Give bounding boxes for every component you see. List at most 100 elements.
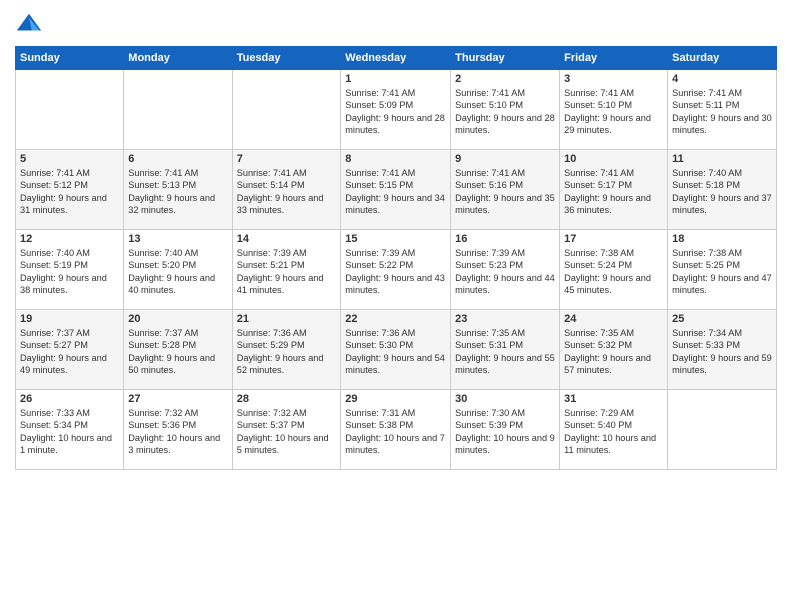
day-info: Sunrise: 7:40 AM Sunset: 5:19 PM Dayligh…: [20, 247, 119, 297]
calendar-week-row: 26Sunrise: 7:33 AM Sunset: 5:34 PM Dayli…: [16, 390, 777, 470]
calendar-day-cell: 3 Sunrise: 7:41 AM Sunset: 5:10 PM Daylig…: [560, 70, 668, 150]
day-number: 18: [672, 233, 772, 245]
day-info: Sunrise: 7:36 AM Sunset: 5:29 PM Dayligh…: [237, 327, 337, 377]
day-info: Sunrise: 7:32 AM Sunset: 5:37 PM Dayligh…: [237, 407, 337, 457]
calendar-day-cell: 6Sunrise: 7:41 AM Sunset: 5:13 PM Daylig…: [124, 150, 232, 230]
calendar-day-header: Tuesday: [232, 47, 341, 70]
calendar-day-cell: 31Sunrise: 7:29 AM Sunset: 5:40 PM Dayli…: [560, 390, 668, 470]
day-number: 30: [455, 393, 555, 405]
calendar-day-cell: 23 Sunrise: 7:35 AM Sunset: 5:31 PM Dayli…: [451, 310, 560, 390]
calendar-week-row: 1 Sunrise: 7:41 AM Sunset: 5:09 PM Daylig…: [16, 70, 777, 150]
day-info: Sunrise: 7:34 AM Sunset: 5:33 PM Dayligh…: [672, 327, 772, 377]
day-info: Sunrise: 7:41 AM Sunset: 5:12 PM Dayligh…: [20, 167, 119, 217]
day-info: Sunrise: 7:35 AM Sunset: 5:32 PM Dayligh…: [564, 327, 663, 377]
calendar-day-header: Friday: [560, 47, 668, 70]
calendar-day-cell: [16, 70, 124, 150]
calendar-day-header: Wednesday: [341, 47, 451, 70]
day-info: Sunrise: 7:41 AM Sunset: 5:09 PM Dayligh…: [345, 87, 446, 137]
calendar-week-row: 5 Sunrise: 7:41 AM Sunset: 5:12 PM Daylig…: [16, 150, 777, 230]
day-info: Sunrise: 7:41 AM Sunset: 5:17 PM Dayligh…: [564, 167, 663, 217]
calendar-day-cell: [668, 390, 777, 470]
calendar-day-header: Thursday: [451, 47, 560, 70]
day-info: Sunrise: 7:29 AM Sunset: 5:40 PM Dayligh…: [564, 407, 663, 457]
day-info: Sunrise: 7:37 AM Sunset: 5:27 PM Dayligh…: [20, 327, 119, 377]
calendar-day-cell: 13Sunrise: 7:40 AM Sunset: 5:20 PM Dayli…: [124, 230, 232, 310]
calendar-day-header: Sunday: [16, 47, 124, 70]
day-info: Sunrise: 7:41 AM Sunset: 5:14 PM Dayligh…: [237, 167, 337, 217]
day-number: 8: [345, 153, 446, 165]
day-number: 3: [564, 73, 663, 85]
day-info: Sunrise: 7:30 AM Sunset: 5:39 PM Dayligh…: [455, 407, 555, 457]
day-info: Sunrise: 7:41 AM Sunset: 5:10 PM Dayligh…: [455, 87, 555, 137]
calendar-day-cell: 30 Sunrise: 7:30 AM Sunset: 5:39 PM Dayli…: [451, 390, 560, 470]
calendar-day-cell: 25 Sunrise: 7:34 AM Sunset: 5:33 PM Dayli…: [668, 310, 777, 390]
calendar-day-cell: 14 Sunrise: 7:39 AM Sunset: 5:21 PM Dayli…: [232, 230, 341, 310]
day-number: 23: [455, 313, 555, 325]
day-number: 20: [128, 313, 227, 325]
day-info: Sunrise: 7:32 AM Sunset: 5:36 PM Dayligh…: [128, 407, 227, 457]
day-info: Sunrise: 7:41 AM Sunset: 5:10 PM Dayligh…: [564, 87, 663, 137]
calendar-day-cell: 27 Sunrise: 7:32 AM Sunset: 5:36 PM Dayli…: [124, 390, 232, 470]
day-number: 12: [20, 233, 119, 245]
calendar-day-cell: 11 Sunrise: 7:40 AM Sunset: 5:18 PM Dayli…: [668, 150, 777, 230]
day-number: 25: [672, 313, 772, 325]
day-number: 13: [128, 233, 227, 245]
day-number: 24: [564, 313, 663, 325]
day-info: Sunrise: 7:36 AM Sunset: 5:30 PM Dayligh…: [345, 327, 446, 377]
calendar-day-cell: [124, 70, 232, 150]
calendar-day-cell: 10 Sunrise: 7:41 AM Sunset: 5:17 PM Dayli…: [560, 150, 668, 230]
calendar-day-cell: 15Sunrise: 7:39 AM Sunset: 5:22 PM Dayli…: [341, 230, 451, 310]
calendar-day-cell: 19 Sunrise: 7:37 AM Sunset: 5:27 PM Dayli…: [16, 310, 124, 390]
calendar-day-cell: 16Sunrise: 7:39 AM Sunset: 5:23 PM Dayli…: [451, 230, 560, 310]
day-number: 22: [345, 313, 446, 325]
calendar-day-cell: 28 Sunrise: 7:32 AM Sunset: 5:37 PM Dayli…: [232, 390, 341, 470]
calendar-table: SundayMondayTuesdayWednesdayThursdayFrid…: [15, 46, 777, 470]
day-number: 7: [237, 153, 337, 165]
day-number: 5: [20, 153, 119, 165]
calendar-header-row: SundayMondayTuesdayWednesdayThursdayFrid…: [16, 47, 777, 70]
header: [15, 10, 777, 38]
calendar-day-header: Monday: [124, 47, 232, 70]
calendar-day-cell: 12 Sunrise: 7:40 AM Sunset: 5:19 PM Dayli…: [16, 230, 124, 310]
calendar-day-cell: 8 Sunrise: 7:41 AM Sunset: 5:15 PM Daylig…: [341, 150, 451, 230]
day-info: Sunrise: 7:39 AM Sunset: 5:21 PM Dayligh…: [237, 247, 337, 297]
day-info: Sunrise: 7:39 AM Sunset: 5:22 PM Dayligh…: [345, 247, 446, 297]
day-info: Sunrise: 7:41 AM Sunset: 5:11 PM Dayligh…: [672, 87, 772, 137]
calendar-week-row: 19 Sunrise: 7:37 AM Sunset: 5:27 PM Dayli…: [16, 310, 777, 390]
calendar-day-header: Saturday: [668, 47, 777, 70]
logo-icon: [15, 10, 43, 38]
day-info: Sunrise: 7:40 AM Sunset: 5:18 PM Dayligh…: [672, 167, 772, 217]
calendar-day-cell: 26Sunrise: 7:33 AM Sunset: 5:34 PM Dayli…: [16, 390, 124, 470]
day-number: 27: [128, 393, 227, 405]
day-info: Sunrise: 7:38 AM Sunset: 5:25 PM Dayligh…: [672, 247, 772, 297]
day-info: Sunrise: 7:41 AM Sunset: 5:13 PM Dayligh…: [128, 167, 227, 217]
calendar-week-row: 12 Sunrise: 7:40 AM Sunset: 5:19 PM Dayli…: [16, 230, 777, 310]
day-number: 1: [345, 73, 446, 85]
day-number: 11: [672, 153, 772, 165]
calendar-day-cell: 17 Sunrise: 7:38 AM Sunset: 5:24 PM Dayli…: [560, 230, 668, 310]
day-info: Sunrise: 7:31 AM Sunset: 5:38 PM Dayligh…: [345, 407, 446, 457]
day-number: 2: [455, 73, 555, 85]
day-info: Sunrise: 7:41 AM Sunset: 5:15 PM Dayligh…: [345, 167, 446, 217]
day-number: 28: [237, 393, 337, 405]
day-info: Sunrise: 7:37 AM Sunset: 5:28 PM Dayligh…: [128, 327, 227, 377]
calendar-day-cell: 24 Sunrise: 7:35 AM Sunset: 5:32 PM Dayli…: [560, 310, 668, 390]
day-number: 10: [564, 153, 663, 165]
day-number: 26: [20, 393, 119, 405]
calendar-day-cell: 21 Sunrise: 7:36 AM Sunset: 5:29 PM Dayli…: [232, 310, 341, 390]
day-number: 4: [672, 73, 772, 85]
calendar-day-cell: 2 Sunrise: 7:41 AM Sunset: 5:10 PM Daylig…: [451, 70, 560, 150]
day-number: 21: [237, 313, 337, 325]
day-number: 16: [455, 233, 555, 245]
page: SundayMondayTuesdayWednesdayThursdayFrid…: [0, 0, 792, 612]
calendar-day-cell: 7 Sunrise: 7:41 AM Sunset: 5:14 PM Daylig…: [232, 150, 341, 230]
day-number: 17: [564, 233, 663, 245]
calendar-day-cell: [232, 70, 341, 150]
day-info: Sunrise: 7:35 AM Sunset: 5:31 PM Dayligh…: [455, 327, 555, 377]
logo: [15, 10, 47, 38]
day-number: 14: [237, 233, 337, 245]
day-info: Sunrise: 7:38 AM Sunset: 5:24 PM Dayligh…: [564, 247, 663, 297]
calendar-day-cell: 1 Sunrise: 7:41 AM Sunset: 5:09 PM Daylig…: [341, 70, 451, 150]
calendar-day-cell: 5 Sunrise: 7:41 AM Sunset: 5:12 PM Daylig…: [16, 150, 124, 230]
day-number: 19: [20, 313, 119, 325]
